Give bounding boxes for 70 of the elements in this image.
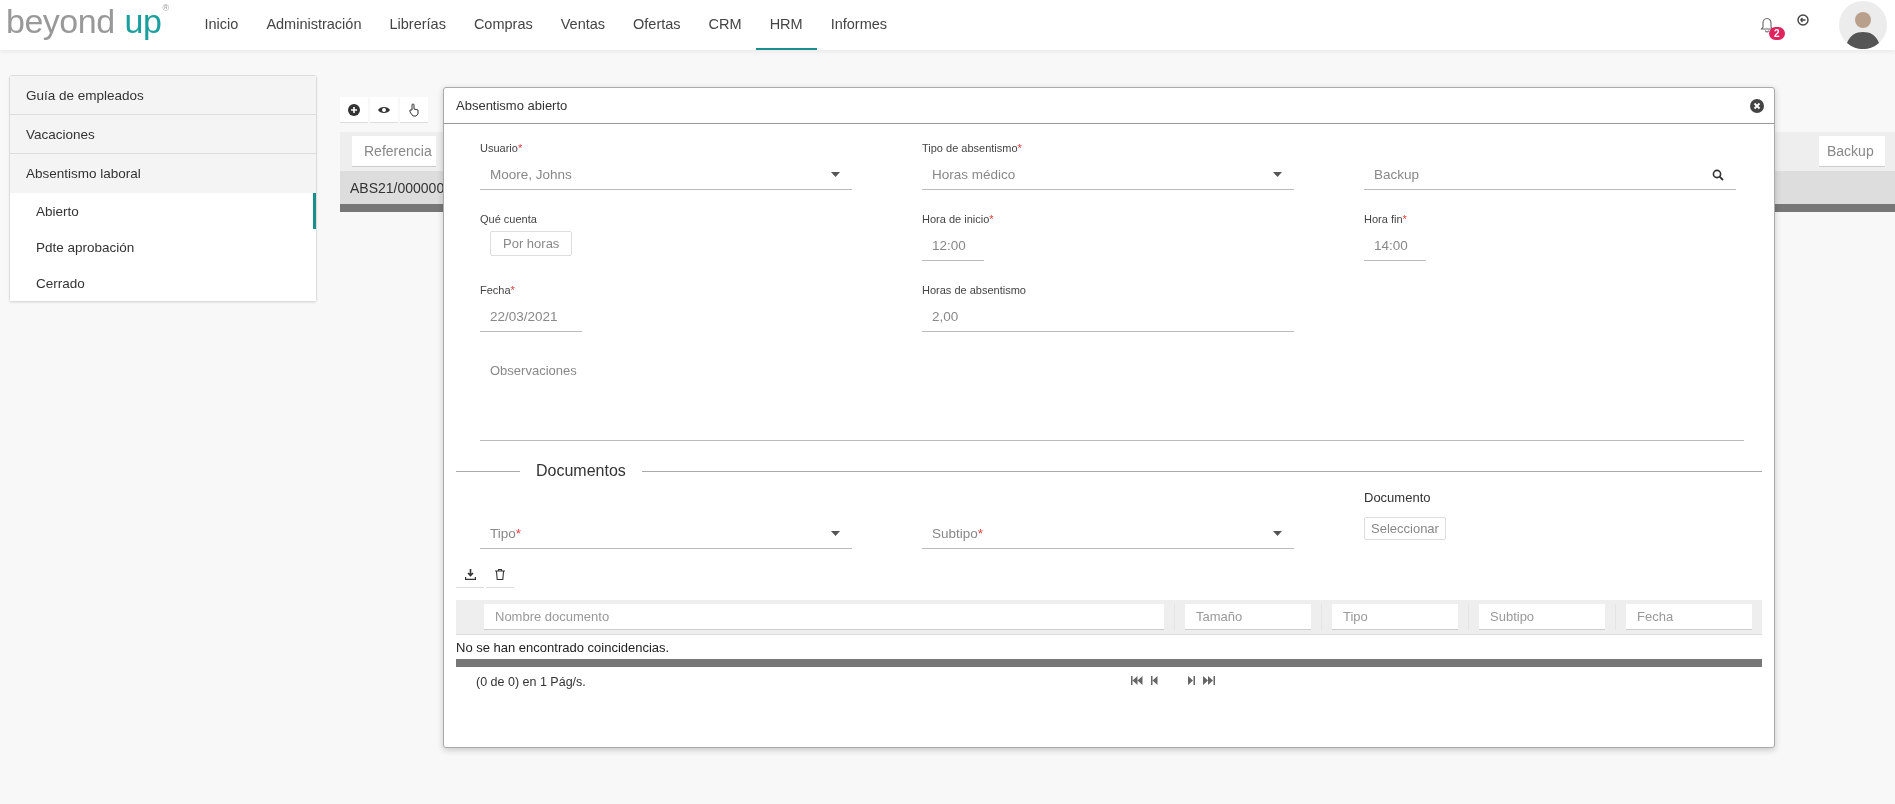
nav-tab[interactable]: CRM [694,0,756,50]
arrow-circle-icon[interactable] [1797,14,1809,26]
nav-tab[interactable]: Compras [459,0,547,50]
select-file-button[interactable]: Seleccionar [1364,517,1446,540]
input-field[interactable]: 22/03/2021 [480,302,582,332]
section-title: Documentos [536,462,626,480]
table-cell: ABS21/000000 [350,180,445,196]
sidebar-subitem[interactable]: Abierto [10,193,316,229]
column-filter[interactable]: Nombre documento [484,604,1164,630]
column-filter[interactable]: Subtipo [1479,604,1605,630]
first-page-icon[interactable] [1131,676,1143,685]
nav-tab[interactable]: Ventas [546,0,620,50]
column-filter[interactable]: Tamaño [1185,604,1311,630]
logo[interactable]: beyond up$^{®}$ [6,4,169,46]
notification-badge: 2 [1769,27,1785,40]
dropdown-field[interactable]: Subtipo* [922,519,1294,549]
field-label: Horas de absentismo [922,284,1027,298]
sidebar-subitem[interactable]: Cerrado [10,265,316,301]
caret-icon [1273,531,1282,536]
sidebar-subitem[interactable]: Pdte aprobación [10,229,316,265]
pager-text: (0 de 0) en 1 Pág/s. [476,675,586,689]
nav-tab[interactable]: Administración [252,0,376,50]
last-page-icon[interactable] [1203,676,1215,685]
dropdown-field[interactable]: Horas médico [922,160,1294,190]
field-label: Documento [1364,490,1432,505]
scrollbar[interactable] [456,659,1762,667]
nav-tab[interactable]: Inicio [190,0,253,50]
download-icon [464,569,476,580]
observations-field[interactable]: Observaciones [480,353,1744,441]
select-button[interactable] [400,97,428,123]
field-label: Usuario* [480,142,524,156]
dropdown-field[interactable]: Moore, Johns [480,160,852,190]
field-label: Hora de inicio* [922,213,995,227]
column-filter[interactable]: Fecha [1626,604,1752,630]
column-header[interactable]: Backup [1819,136,1885,167]
nav-tab[interactable]: Librerías [375,0,460,50]
field-label: Fecha* [480,284,516,298]
field-label: Hora fin* [1364,213,1408,227]
previous-page-icon[interactable] [1151,676,1158,685]
sidebar-item[interactable]: Guía de empleados [10,76,316,115]
caret-icon [831,172,840,177]
column-filter[interactable]: Tipo [1332,604,1458,630]
sidebar-item[interactable]: Absentismo laboral [10,154,316,193]
dropdown-field[interactable]: Tipo* [480,519,852,549]
next-page-icon[interactable] [1188,676,1195,685]
column-header[interactable]: Referencia [352,136,436,167]
add-button[interactable] [340,97,368,123]
input-field[interactable]: 12:00 [922,231,984,261]
input-field[interactable]: 2,00 [922,302,1294,332]
field-label: Qué cuenta [480,213,538,227]
nav-tab[interactable]: Informes [816,0,902,50]
sidebar-item[interactable]: Vacaciones [10,115,316,154]
input-field[interactable]: 14:00 [1364,231,1426,261]
avatar-icon[interactable] [1839,1,1887,49]
close-icon[interactable] [1750,98,1764,113]
nav-tab[interactable]: Ofertas [619,0,695,50]
count-mode-button[interactable]: Por horas [490,231,573,256]
hand-pointer-icon [408,102,420,117]
bell-icon[interactable] [1760,17,1774,33]
dialog-title: Absentismo abierto [456,98,568,113]
view-button[interactable] [370,97,398,123]
caret-icon [831,531,840,536]
caret-icon [1273,172,1282,177]
plus-circle-icon [348,103,360,116]
search-field[interactable]: Backup [1364,160,1736,190]
search-icon [1712,168,1724,181]
nav-tab[interactable]: HRM [755,0,817,50]
eye-icon [377,104,391,115]
field-label: Tipo de absentismo* [922,142,1023,156]
trash-icon [495,569,505,580]
